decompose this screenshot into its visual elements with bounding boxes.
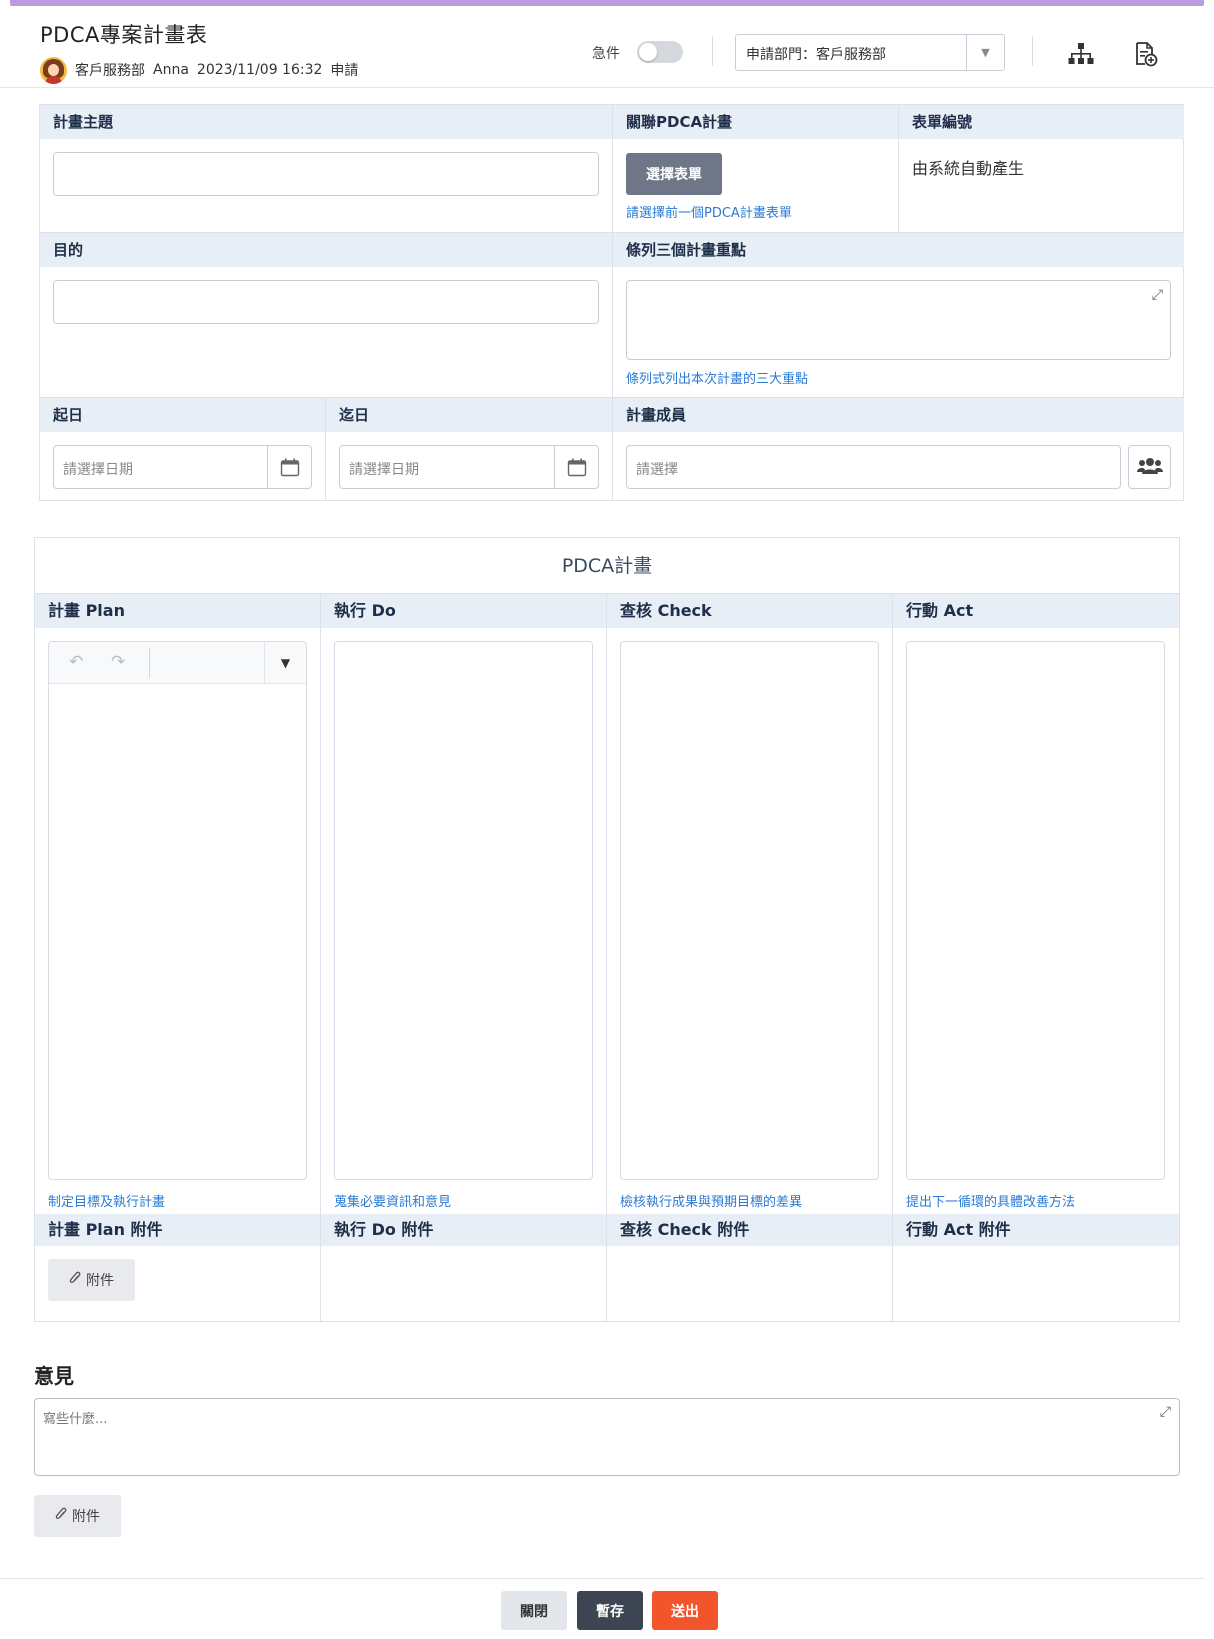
- column-header: 查核 Check: [607, 594, 892, 628]
- submit-button[interactable]: 送出: [652, 1591, 718, 1630]
- page-title: PDCA專案計畫表: [40, 23, 208, 47]
- attach-header: 執行 Do 附件: [321, 1214, 606, 1246]
- paperclip-icon: [55, 1507, 67, 1525]
- footer: 關閉 暫存 送出: [0, 1578, 1205, 1639]
- applicant-name: Anna: [153, 62, 189, 78]
- pdca-column-do: 執行 Do 蒐集必要資訊和意見 執行 Do 附件: [321, 594, 607, 1321]
- org-chart-icon[interactable]: [1066, 39, 1096, 69]
- subject-cell: 計畫主題: [40, 105, 613, 233]
- purpose-cell: 目的: [40, 233, 613, 398]
- related-hint: 請選擇前一個PDCA計畫表單: [626, 206, 792, 221]
- attach-button-label: 附件: [72, 1509, 100, 1525]
- members-cell: 計畫成員 請選擇: [613, 398, 1184, 500]
- divider: [712, 36, 713, 66]
- opinion-placeholder: 寫些什麼...: [43, 1412, 108, 1427]
- column-header: 執行 Do: [321, 594, 606, 628]
- opinion-textarea[interactable]: 寫些什麼... ⤢: [34, 1398, 1180, 1476]
- apply-date: 2023/11/09 16:32: [196, 62, 323, 78]
- paperclip-icon: [69, 1271, 81, 1289]
- members-placeholder: 請選擇: [636, 462, 678, 478]
- related-cell: 關聯PDCA計畫 選擇表單 請選擇前一個PDCA計畫表單: [613, 105, 899, 233]
- caret-down-icon[interactable]: ▼: [264, 642, 306, 683]
- pdca-column-act: 行動 Act 提出下一循環的具體改善方法 行動 Act 附件: [893, 594, 1179, 1321]
- pdca-column-check: 查核 Check 檢核執行成果與預期目標的差異 查核 Check 附件: [607, 594, 893, 1321]
- pdca-column-plan: 計畫 Plan ↶ ↷ ▼ 制定目標及執行計畫 計畫 Plan 附件 附件: [35, 594, 321, 1321]
- expand-icon[interactable]: ⤢: [1160, 1404, 1171, 1420]
- subject-label: 計畫主題: [40, 105, 612, 139]
- do-editor[interactable]: [334, 641, 593, 1180]
- column-hint: 提出下一循環的具體改善方法: [906, 1195, 1076, 1210]
- attach-header: 行動 Act 附件: [893, 1214, 1179, 1246]
- applicant-info: 客戶服務部 Anna 2023/11/09 16:32 申請: [40, 56, 366, 84]
- page-header: PDCA專案計畫表 客戶服務部 Anna 2023/11/09 16:32 申請…: [0, 6, 1214, 88]
- urgent-label: 急件: [592, 46, 620, 62]
- save-draft-button[interactable]: 暫存: [577, 1591, 643, 1630]
- form-no-cell: 表單編號 由系統自動產生: [899, 105, 1184, 233]
- column-header: 行動 Act: [893, 594, 1179, 628]
- start-date-cell: 起日 請選擇日期: [40, 398, 326, 500]
- act-editor[interactable]: [906, 641, 1165, 1180]
- select-form-button[interactable]: 選擇表單: [626, 153, 722, 195]
- form-grid: 計畫主題 關聯PDCA計畫 選擇表單 請選擇前一個PDCA計畫表單 表單編號 由…: [39, 104, 1184, 501]
- column-hint: 制定目標及執行計畫: [48, 1195, 166, 1210]
- editor-toolbar: ↶ ↷ ▼: [49, 642, 306, 684]
- close-button[interactable]: 關閉: [501, 1591, 567, 1630]
- department-select-value: 申請部門：客戶服務部: [746, 47, 886, 63]
- calendar-icon[interactable]: [554, 446, 598, 488]
- expand-icon[interactable]: ⤢: [1152, 287, 1163, 303]
- purpose-input[interactable]: [53, 280, 599, 324]
- attach-button-label: 附件: [86, 1273, 114, 1289]
- end-date-cell: 迄日 請選擇日期: [326, 398, 613, 500]
- redo-icon[interactable]: ↷: [111, 652, 125, 672]
- urgent-toggle[interactable]: [637, 41, 683, 63]
- divider: [1032, 36, 1033, 66]
- calendar-icon[interactable]: [267, 446, 311, 488]
- check-editor[interactable]: [620, 641, 879, 1180]
- group-select-button[interactable]: [1128, 445, 1171, 489]
- plan-editor[interactable]: ↶ ↷ ▼: [48, 641, 307, 1180]
- pdca-table: PDCA計畫 計畫 Plan ↶ ↷ ▼ 制定目標及執行計畫 計畫 Plan 附…: [34, 537, 1180, 1322]
- key-points-label: 條列三個計畫重點: [613, 233, 1184, 267]
- key-points-textarea[interactable]: ⤢: [626, 280, 1171, 360]
- opinion-title: 意見: [34, 1364, 74, 1388]
- key-points-hint: 條列式列出本次計畫的三大重點: [626, 372, 809, 387]
- start-date-label: 起日: [40, 398, 325, 432]
- add-document-icon[interactable]: [1131, 39, 1161, 69]
- undo-icon[interactable]: ↶: [69, 652, 83, 672]
- attach-header: 計畫 Plan 附件: [35, 1214, 320, 1246]
- end-date-label: 迄日: [326, 398, 612, 432]
- form-no-label: 表單編號: [899, 105, 1184, 139]
- applicant-dept: 客戶服務部: [75, 63, 145, 79]
- pdca-title: PDCA計畫: [35, 538, 1179, 594]
- chevron-down-icon[interactable]: ▼: [966, 35, 1004, 70]
- related-label: 關聯PDCA計畫: [613, 105, 898, 139]
- attach-header: 查核 Check 附件: [607, 1214, 892, 1246]
- key-points-cell: 條列三個計畫重點 ⤢ 條列式列出本次計畫的三大重點: [613, 233, 1184, 398]
- group-icon: [1137, 457, 1163, 479]
- start-date-input[interactable]: 請選擇日期: [53, 445, 312, 489]
- column-hint: 檢核執行成果與預期目標的差異: [620, 1195, 803, 1210]
- divider: [149, 648, 150, 678]
- department-select[interactable]: 申請部門：客戶服務部 ▼: [735, 34, 1005, 71]
- attach-button[interactable]: 附件: [48, 1259, 135, 1301]
- members-input[interactable]: 請選擇: [626, 445, 1121, 489]
- start-date-placeholder: 請選擇日期: [63, 462, 133, 478]
- end-date-input[interactable]: 請選擇日期: [339, 445, 599, 489]
- avatar: [40, 56, 67, 84]
- purpose-label: 目的: [40, 233, 612, 267]
- opinion-attach-button[interactable]: 附件: [34, 1495, 121, 1537]
- apply-action: 申請: [330, 63, 359, 79]
- members-label: 計畫成員: [613, 398, 1184, 432]
- subject-input[interactable]: [53, 152, 599, 196]
- form-no-value: 由系統自動產生: [912, 159, 1025, 178]
- column-hint: 蒐集必要資訊和意見: [334, 1195, 452, 1210]
- end-date-placeholder: 請選擇日期: [349, 462, 419, 478]
- column-header: 計畫 Plan: [35, 594, 320, 628]
